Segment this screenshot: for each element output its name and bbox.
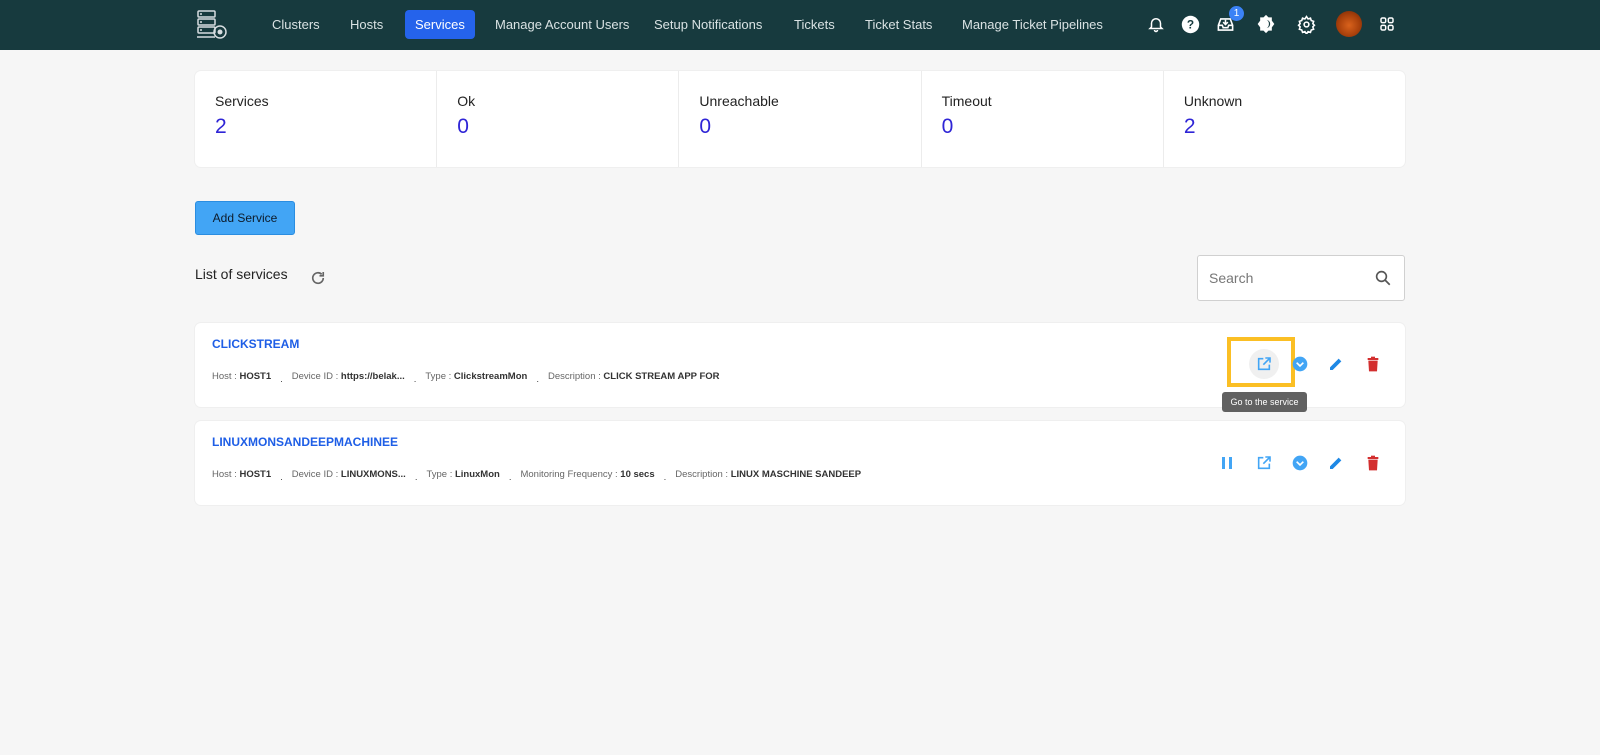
meta-label: Device ID : [291,371,339,382]
nav-setup-notifications[interactable]: Setup Notifications [644,10,772,39]
edit-icon[interactable] [1327,454,1345,472]
search-icon[interactable] [1374,269,1392,287]
stat-label: Services [215,93,269,109]
stat-label: Unknown [1183,93,1243,109]
separator: . [536,374,539,385]
nav-manage-ticket-pipelines[interactable]: Manage Ticket Pipelines [952,10,1113,39]
separator: . [508,472,512,483]
tooltip: Go to the service [1222,392,1307,412]
meta-label: Description : [675,469,729,480]
inbox-badge: 1 [1229,6,1244,21]
open-external-icon[interactable] [1255,454,1273,472]
meta-value: ClickstreamMon [453,371,528,382]
meta-label: Device ID : [291,469,339,480]
help-icon[interactable]: ? [1179,13,1201,35]
meta-value: https://belak... [340,371,405,382]
edit-icon[interactable] [1327,355,1345,373]
service-name-link[interactable]: CLICKSTREAM [212,337,299,351]
stat-value: 2 [215,115,227,138]
separator: . [280,472,283,483]
apps-grid-icon[interactable] [1376,13,1398,35]
meta-label: Host : [212,469,237,480]
meta-label: Host : [212,371,237,382]
stat-ok: Ok 0 [437,71,680,167]
meta-label: Type : [426,469,453,480]
nav-clusters[interactable]: Clusters [262,10,330,39]
stat-value: 0 [699,115,712,138]
delete-icon[interactable] [1364,454,1382,472]
stat-unknown: Unknown 2 [1164,71,1405,167]
meta-value: 10 secs [620,469,655,480]
separator: . [280,374,283,385]
search-input[interactable] [1209,256,1369,300]
stat-value: 0 [457,115,469,138]
service-meta: Host : HOST1 . Device ID : LINUXMONS... … [212,469,862,483]
status-check-icon[interactable] [1291,454,1309,472]
refresh-icon[interactable] [309,269,327,287]
avatar[interactable] [1336,11,1362,37]
list-title: List of services [195,266,288,282]
search-box [1197,255,1405,301]
stats-summary: Services 2 Ok 0 Unreachable 0 Timeout 0 … [195,71,1405,167]
meta-value: LINUXMONS... [340,469,406,480]
stat-services: Services 2 [195,71,438,167]
stat-unreachable: Unreachable 0 [679,71,922,167]
meta-label: Description : [547,371,601,382]
stat-label: Timeout [941,93,992,109]
nav-manage-account-users[interactable]: Manage Account Users [485,10,639,39]
settings-icon[interactable] [1295,13,1317,35]
nav-hosts[interactable]: Hosts [340,10,393,39]
meta-value: LinuxMon [454,469,500,480]
meta-value: HOST1 [239,469,272,480]
theme-toggle-icon[interactable] [1255,13,1277,35]
pause-icon[interactable] [1218,454,1236,472]
separator: . [663,472,667,483]
top-navbar: Clusters Hosts Services Manage Account U… [0,0,1600,50]
meta-value: LINUX MASCHINE SANDEEP [730,469,862,480]
meta-value: HOST1 [239,371,272,382]
nav-tickets[interactable]: Tickets [784,10,845,39]
stat-label: Unreachable [699,93,779,109]
add-service-button[interactable]: Add Service [195,201,295,235]
open-external-icon[interactable] [1255,355,1273,373]
stat-value: 0 [941,115,954,138]
stat-timeout: Timeout 0 [922,71,1164,167]
nav-services[interactable]: Services [405,10,475,39]
meta-label: Type : [425,371,452,382]
service-name-link[interactable]: LINUXMONSANDEEPMACHINEE [212,435,398,449]
status-check-icon[interactable] [1291,355,1309,373]
separator: . [414,472,418,483]
nav-ticket-stats[interactable]: Ticket Stats [855,10,942,39]
app-logo-icon[interactable] [195,8,229,40]
bell-icon[interactable] [1145,13,1167,35]
meta-value: CLICK STREAM APP FOR [603,371,720,382]
separator: . [413,374,417,385]
stat-label: Ok [457,93,476,109]
svg-text:?: ? [1186,17,1193,31]
delete-icon[interactable] [1364,355,1382,373]
meta-label: Monitoring Frequency : [520,469,618,480]
service-meta: Host : HOST1 . Device ID : https://belak… [212,371,720,385]
stat-value: 2 [1183,115,1196,138]
